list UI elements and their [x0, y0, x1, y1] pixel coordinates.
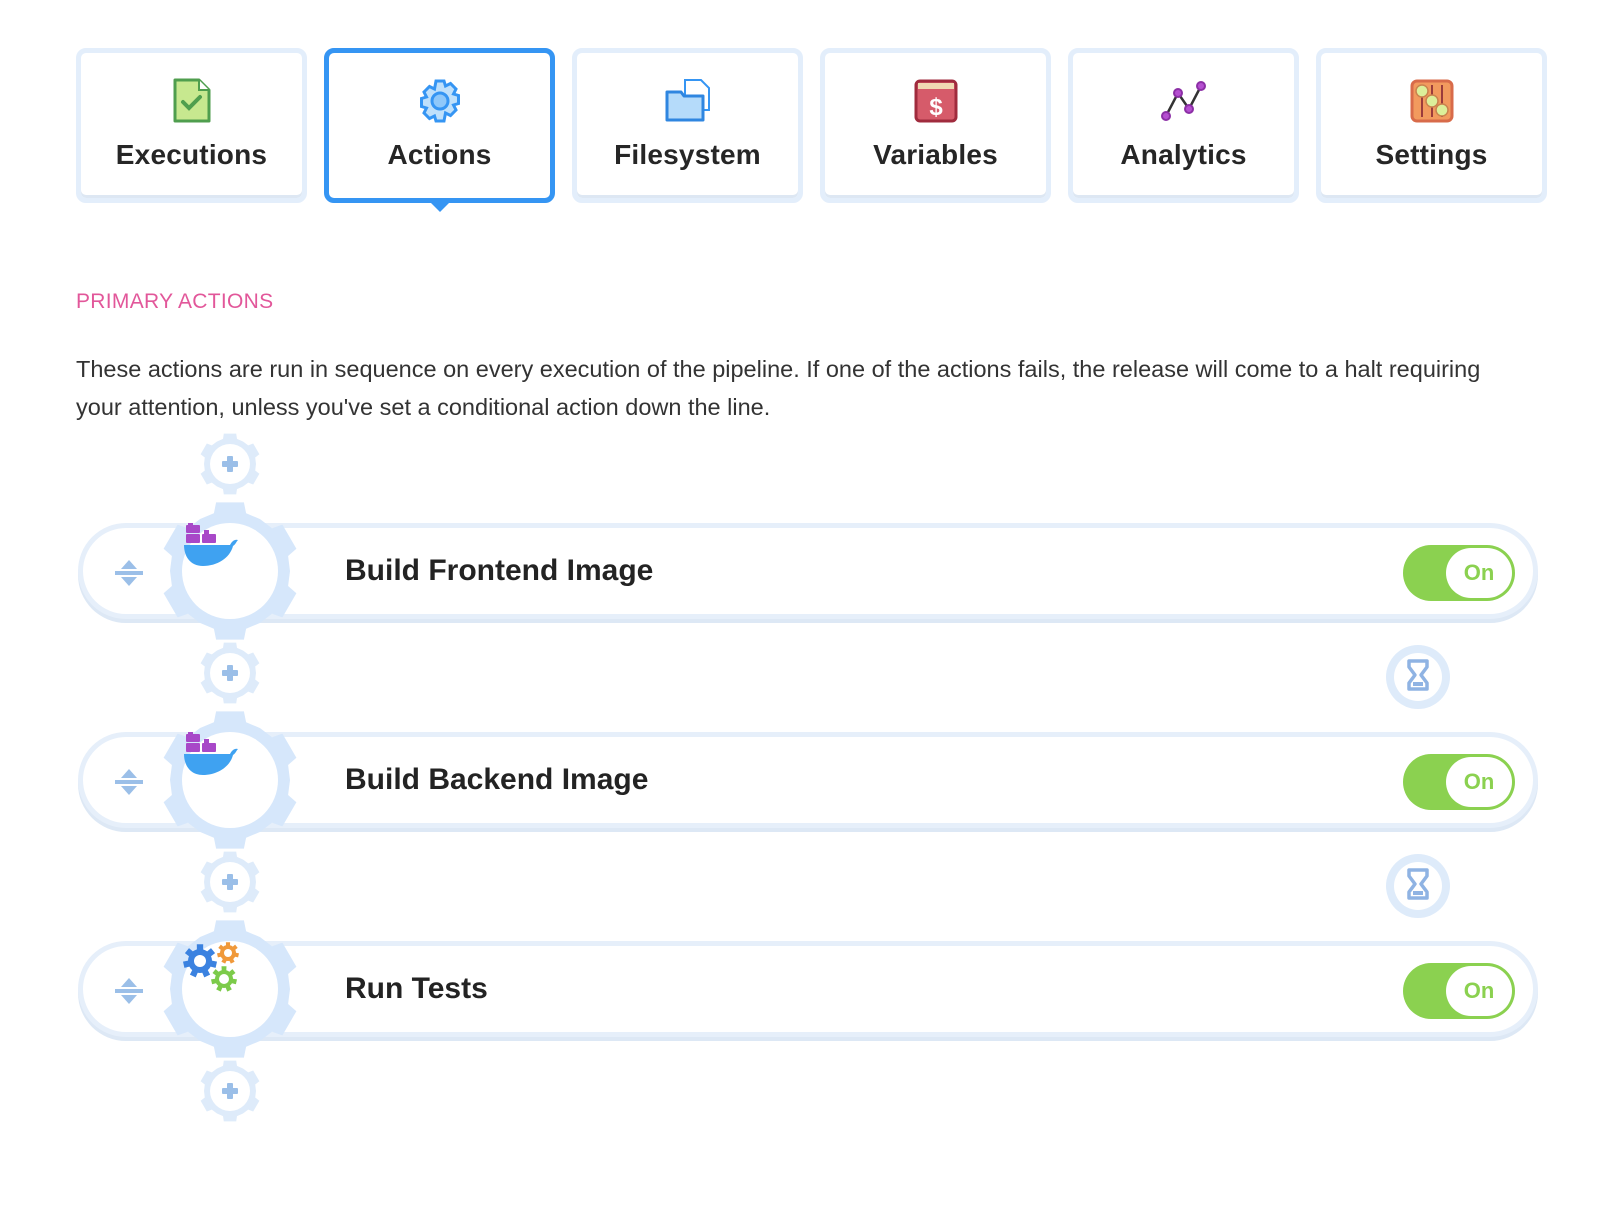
section-title: PRIMARY ACTIONS [76, 290, 274, 313]
add-action-button[interactable] [198, 432, 262, 496]
reorder-handle-icon[interactable] [111, 764, 147, 800]
svg-text:$: $ [929, 94, 943, 121]
action-toggle[interactable]: On [1403, 963, 1515, 1019]
tab-label: Actions [387, 139, 492, 170]
tab-label: Executions [115, 139, 268, 170]
plus-gear-icon [200, 851, 260, 913]
reorder-handle-icon[interactable] [111, 973, 147, 1009]
plus-gear-icon [200, 1060, 260, 1122]
dollar-icon: $ [912, 77, 960, 125]
tab-label: Variables [873, 139, 998, 170]
document-check-icon [168, 77, 216, 125]
tab-settings[interactable]: Settings [1316, 48, 1547, 203]
add-action-button[interactable] [198, 641, 262, 705]
action-title: Build Frontend Image [345, 554, 654, 587]
reorder-handle-icon[interactable] [111, 555, 147, 591]
action-toggle[interactable]: On [1403, 754, 1515, 810]
action-icon-badge [160, 710, 300, 850]
add-delay-button[interactable] [1386, 645, 1450, 709]
line-chart-icon [1160, 77, 1208, 125]
plus-gear-icon [200, 433, 260, 495]
tab-filesystem[interactable]: Filesystem [572, 48, 803, 203]
toggle-label: On [1446, 757, 1512, 807]
gear-icon [416, 77, 464, 125]
folder-file-icon [664, 77, 712, 125]
tab-executions[interactable]: Executions [76, 48, 307, 203]
action-icon-badge [160, 501, 300, 641]
add-delay-button[interactable] [1386, 854, 1450, 918]
tab-bar: Executions Actions Filesystem $ Variable… [76, 48, 1547, 203]
tab-variables[interactable]: $ Variables [820, 48, 1051, 203]
action-icon-badge [160, 919, 300, 1059]
action-title: Run Tests [345, 972, 488, 1005]
action-title: Build Backend Image [345, 763, 649, 796]
tab-label: Filesystem [614, 139, 761, 170]
tab-label: Settings [1375, 139, 1488, 170]
tab-actions[interactable]: Actions [324, 48, 555, 203]
add-action-button[interactable] [198, 1059, 262, 1123]
plus-gear-icon [200, 642, 260, 704]
tab-analytics[interactable]: Analytics [1068, 48, 1299, 203]
action-toggle[interactable]: On [1403, 545, 1515, 601]
toggle-label: On [1446, 966, 1512, 1016]
section-description: These actions are run in sequence on eve… [76, 356, 1481, 420]
toggle-label: On [1446, 548, 1512, 598]
add-action-button[interactable] [198, 850, 262, 914]
tab-label: Analytics [1120, 139, 1247, 170]
sliders-icon [1408, 77, 1456, 125]
hourglass-icon [1405, 658, 1431, 697]
hourglass-icon [1405, 867, 1431, 906]
